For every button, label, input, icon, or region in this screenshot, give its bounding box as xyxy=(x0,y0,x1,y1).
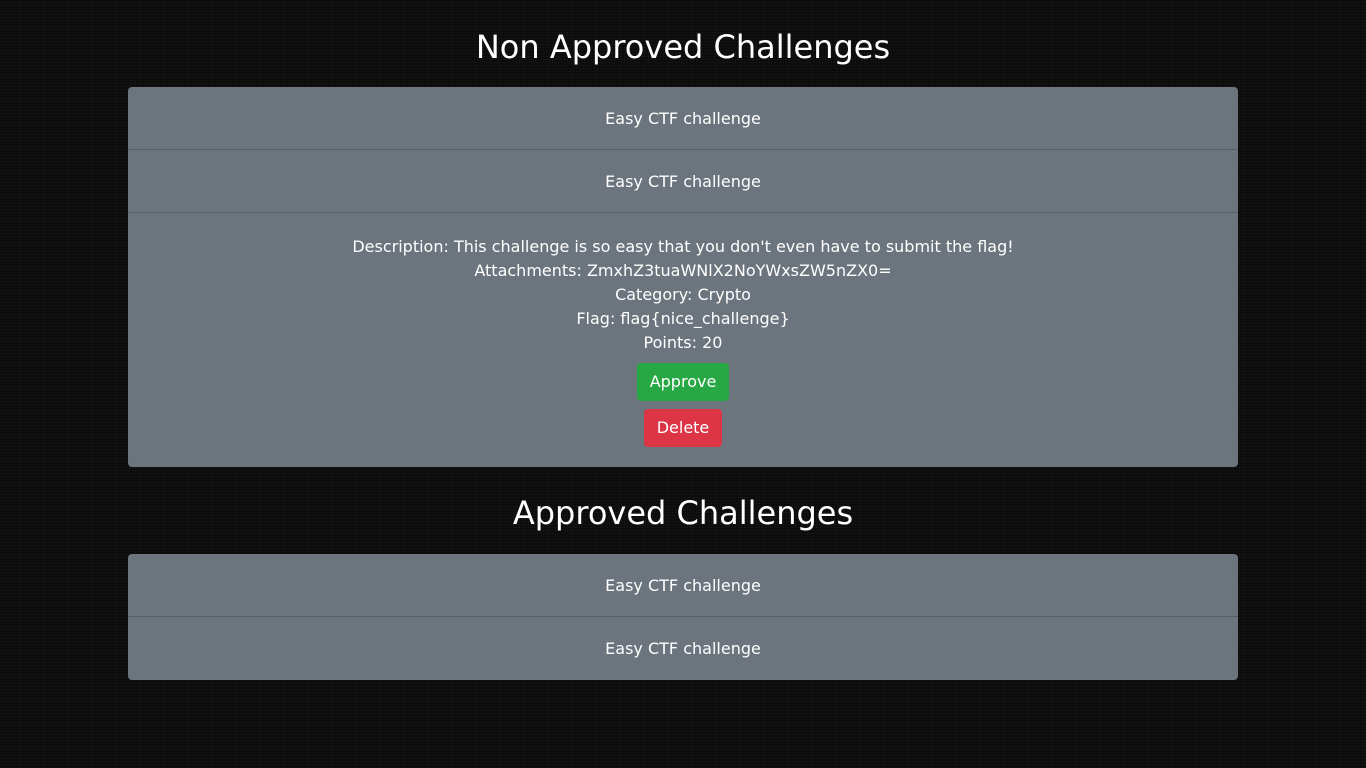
non-approved-title: Non Approved Challenges xyxy=(475,28,891,66)
delete-button[interactable]: Delete xyxy=(643,409,723,447)
non-approved-list: Easy CTF challenge Easy CTF challenge De… xyxy=(128,87,1238,467)
approve-button[interactable]: Approve xyxy=(636,363,730,401)
challenge-flag: Flag: flag{nice_challenge} xyxy=(576,309,790,328)
challenge-item[interactable]: Easy CTF challenge xyxy=(128,617,1238,680)
challenge-item[interactable]: Easy CTF challenge xyxy=(128,87,1238,150)
challenge-points: Points: 20 xyxy=(643,333,723,352)
challenge-attachments: Attachments: ZmxhZ3tuaWNlX2NoYWxsZW5nZX0… xyxy=(474,261,892,280)
challenge-category: Category: Crypto xyxy=(615,285,751,304)
challenge-description: Description: This challenge is so easy t… xyxy=(352,237,1014,256)
main-container: Non Approved Challenges Easy CTF challen… xyxy=(128,0,1238,680)
challenge-details: Description: This challenge is so easy t… xyxy=(128,213,1238,467)
approved-title: Approved Challenges xyxy=(512,494,854,532)
challenge-item[interactable]: Easy CTF challenge xyxy=(128,150,1238,213)
challenge-item[interactable]: Easy CTF challenge xyxy=(128,554,1238,617)
approved-list: Easy CTF challenge Easy CTF challenge xyxy=(128,554,1238,680)
